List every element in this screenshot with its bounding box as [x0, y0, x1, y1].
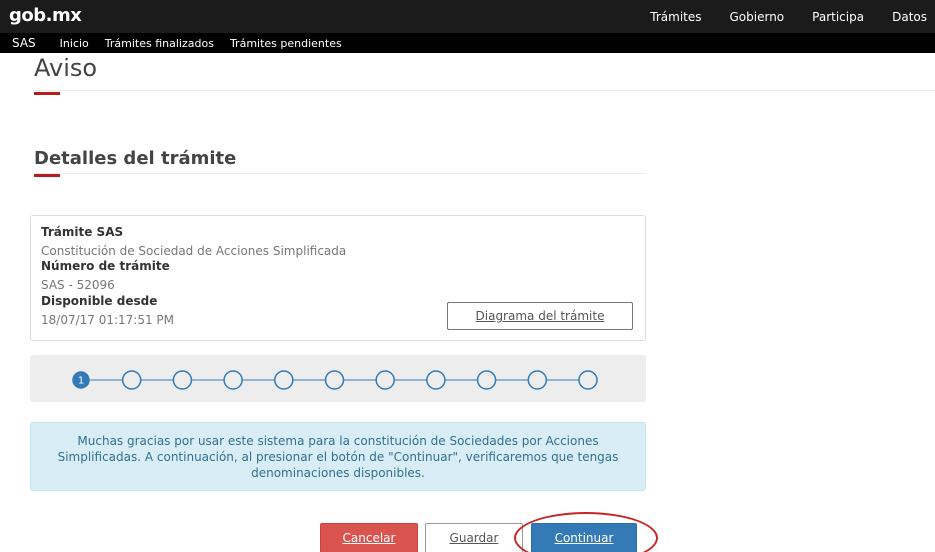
stepper-step-11	[578, 370, 598, 390]
gobmx-logo[interactable]: gob.mx	[9, 5, 82, 26]
stepper-track: 1	[72, 370, 598, 390]
stepper-step-6	[324, 370, 345, 390]
stepper-step-7	[375, 370, 395, 390]
page-title: Aviso	[34, 54, 98, 82]
nav-tramites[interactable]: Trámites	[650, 10, 701, 24]
subnav-brand[interactable]: SAS	[12, 36, 36, 50]
stepper-step-5	[274, 370, 294, 390]
stepper-step-3	[172, 370, 193, 390]
subnav-inicio[interactable]: Inicio	[60, 37, 89, 50]
highlight-circle-annotation	[514, 512, 658, 552]
top-header: gob.mx Trámites Gobierno Participa Datos	[0, 0, 935, 33]
subnav-tramites-pendientes[interactable]: Trámites pendientes	[230, 37, 342, 50]
nav-datos[interactable]: Datos	[892, 10, 927, 24]
section-divider	[34, 173, 646, 174]
subnav-tramites-finalizados[interactable]: Trámites finalizados	[105, 37, 214, 50]
tramite-details-card: Trámite SAS Constitución de Sociedad de …	[30, 215, 646, 341]
info-message: Muchas gracias por usar este sistema par…	[30, 422, 646, 491]
numero-value: SAS - 52096	[41, 278, 115, 292]
cancel-button[interactable]: Cancelar	[320, 523, 418, 552]
disponible-label: Disponible desde	[41, 294, 158, 308]
diagram-button[interactable]: Diagrama del trámite	[447, 302, 633, 330]
stepper-current-label: 1	[78, 376, 84, 387]
numero-label: Número de trámite	[41, 259, 170, 273]
progress-stepper: 1	[30, 355, 646, 402]
nav-gobierno[interactable]: Gobierno	[730, 10, 785, 24]
sub-nav: SAS Inicio Trámites finalizados Trámites…	[0, 33, 935, 53]
disponible-value: 18/07/17 01:17:51 PM	[41, 313, 175, 327]
stepper-step-2	[121, 370, 142, 390]
tramite-label: Trámite SAS	[41, 225, 124, 239]
save-button[interactable]: Guardar	[425, 523, 523, 552]
stepper-step-8	[426, 370, 446, 390]
section-title: Detalles del trámite	[34, 148, 237, 169]
top-nav: Trámites Gobierno Participa Datos	[650, 0, 935, 33]
section-accent-bar	[34, 174, 60, 177]
tramite-value: Constitución de Sociedad de Acciones Sim…	[41, 244, 347, 258]
stepper-step-10	[527, 370, 548, 390]
title-accent-bar	[34, 92, 60, 95]
title-divider	[34, 90, 935, 91]
nav-participa[interactable]: Participa	[812, 10, 864, 24]
stepper-step-4	[223, 370, 243, 390]
stepper-step-9	[476, 370, 497, 390]
